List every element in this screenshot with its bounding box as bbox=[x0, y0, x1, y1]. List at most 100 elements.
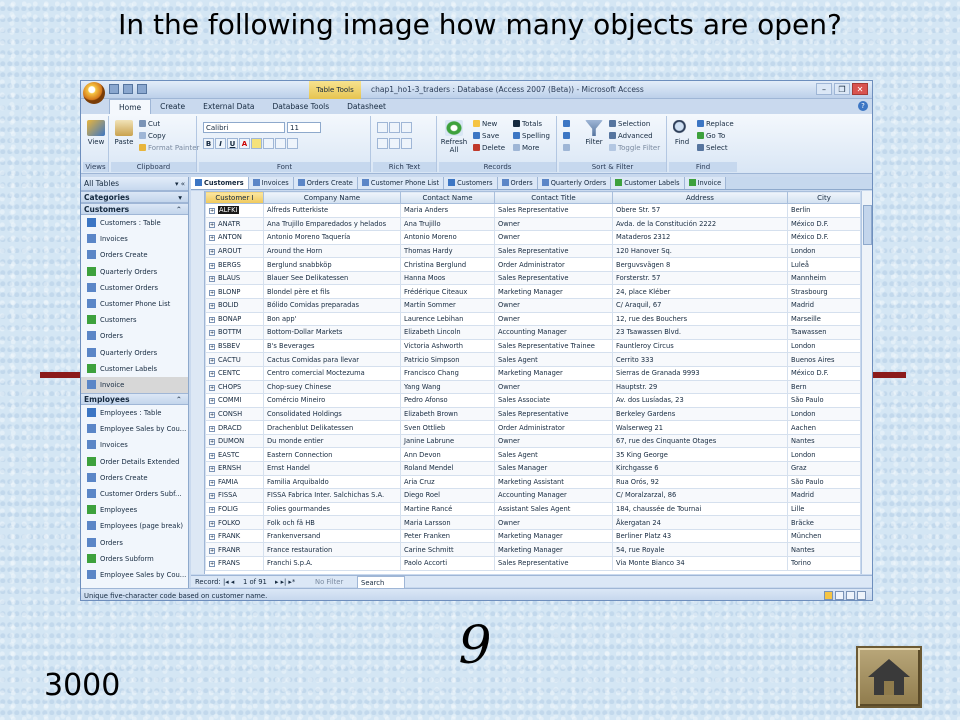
table-cell[interactable]: + ALFKI bbox=[205, 203, 264, 218]
column-header[interactable]: Contact Name bbox=[400, 191, 495, 204]
table-cell[interactable]: Graz bbox=[787, 460, 860, 476]
undo-icon[interactable] bbox=[123, 84, 133, 94]
expand-icon[interactable]: + bbox=[209, 357, 215, 364]
table-cell[interactable]: Du monde entier bbox=[263, 433, 401, 449]
align-left-icon[interactable] bbox=[275, 138, 286, 149]
table-cell[interactable]: + COMMI bbox=[205, 393, 264, 408]
redo-icon[interactable] bbox=[137, 84, 147, 94]
table-cell[interactable]: Martín Sommer bbox=[400, 298, 495, 313]
table-cell[interactable]: Marketing Manager bbox=[494, 542, 613, 558]
nav-item[interactable]: Employees (page break) bbox=[81, 518, 188, 534]
column-header[interactable]: Address bbox=[612, 191, 788, 204]
table-cell[interactable]: Bottom-Dollar Markets bbox=[263, 325, 401, 340]
nav-item[interactable]: Employees : Table bbox=[81, 405, 188, 421]
font-color-button[interactable]: A bbox=[239, 138, 250, 149]
gridlines-icon[interactable] bbox=[263, 138, 274, 149]
table-cell[interactable]: Tsawassen bbox=[787, 325, 860, 340]
table-cell[interactable]: 54, rue Royale bbox=[612, 542, 788, 558]
table-cell[interactable]: Paolo Accorti bbox=[400, 556, 495, 571]
document-tab[interactable]: Customer Labels bbox=[611, 177, 685, 189]
totals-button[interactable]: Totals bbox=[513, 120, 542, 128]
table-cell[interactable]: Sales Agent bbox=[494, 352, 613, 367]
table-cell[interactable]: London bbox=[787, 406, 860, 422]
nav-item[interactable]: Order Details Extended bbox=[81, 454, 188, 470]
table-cell[interactable]: Owner bbox=[494, 230, 613, 245]
table-row[interactable]: + DRACD Drachenblut Delikatessen Sven Ottli… bbox=[205, 420, 860, 435]
table-cell[interactable]: Yang Wang bbox=[400, 379, 495, 395]
expand-icon[interactable]: + bbox=[209, 561, 215, 568]
table-row[interactable]: + BLAUS Blauer See Delikatessen Hanna Moos S… bbox=[205, 270, 860, 286]
highlight-icon[interactable] bbox=[401, 138, 412, 149]
tab-home[interactable]: Home bbox=[109, 99, 152, 114]
table-row[interactable]: + ERNSH Ernst Handel Roland Mendel Sales Man… bbox=[205, 460, 860, 476]
find-button[interactable]: Find bbox=[669, 120, 695, 146]
table-cell[interactable]: Francisco Chang bbox=[400, 365, 495, 381]
expand-icon[interactable]: + bbox=[209, 303, 215, 310]
expand-icon[interactable]: + bbox=[209, 316, 215, 323]
expand-icon[interactable]: + bbox=[209, 221, 215, 228]
table-cell[interactable]: Peter Franken bbox=[400, 528, 495, 544]
align-center-icon[interactable] bbox=[287, 138, 298, 149]
table-cell[interactable]: 24, place Kléber bbox=[612, 284, 788, 300]
table-cell[interactable]: Sales Representative Trainee bbox=[494, 338, 613, 354]
table-row[interactable]: + EASTC Eastern Connection Ann Devon Sales A… bbox=[205, 447, 860, 462]
table-cell[interactable]: Owner bbox=[494, 433, 613, 449]
table-cell[interactable]: Ernst Handel bbox=[263, 460, 401, 476]
table-cell[interactable]: Ann Devon bbox=[400, 447, 495, 462]
table-cell[interactable]: Blondel père et fils bbox=[263, 284, 401, 300]
table-cell[interactable]: México D.F. bbox=[787, 230, 860, 245]
save-record-button[interactable]: Save bbox=[473, 132, 499, 140]
table-cell[interactable]: Familia Arquibaldo bbox=[263, 474, 401, 490]
nav-item[interactable]: Employee Sales by Cou... bbox=[81, 421, 188, 437]
table-cell[interactable]: Berguvsvägen 8 bbox=[612, 257, 788, 272]
table-cell[interactable]: France restauration bbox=[263, 542, 401, 558]
selection-button[interactable]: Selection bbox=[609, 120, 650, 128]
table-cell[interactable]: + BONAP bbox=[205, 311, 264, 327]
font-size-combo[interactable]: 11 bbox=[287, 122, 321, 133]
table-cell[interactable]: Folk och fä HB bbox=[263, 515, 401, 530]
table-cell[interactable]: Chop-suey Chinese bbox=[263, 379, 401, 395]
table-cell[interactable]: B's Beverages bbox=[263, 338, 401, 354]
table-cell[interactable]: Ana Trujillo bbox=[400, 216, 495, 232]
column-header[interactable]: Company Name bbox=[263, 191, 401, 204]
table-cell[interactable]: Consolidated Holdings bbox=[263, 406, 401, 422]
table-row[interactable]: + FRANK Frankenversand Peter Franken Marketi… bbox=[205, 528, 860, 544]
table-cell[interactable]: Owner bbox=[494, 216, 613, 232]
filter-button[interactable]: Filter bbox=[581, 120, 607, 146]
table-cell[interactable]: + FRANR bbox=[205, 542, 264, 558]
table-cell[interactable]: + DRACD bbox=[205, 420, 264, 435]
table-cell[interactable]: Christina Berglund bbox=[400, 257, 495, 272]
table-cell[interactable]: + BLONP bbox=[205, 284, 264, 300]
table-cell[interactable]: Antonio Moreno bbox=[400, 230, 495, 245]
table-cell[interactable]: Bern bbox=[787, 379, 860, 395]
more-button[interactable]: More bbox=[513, 144, 539, 152]
direction-icon[interactable] bbox=[401, 122, 412, 133]
nav-item[interactable]: Customer Labels bbox=[81, 361, 188, 377]
table-cell[interactable]: Owner bbox=[494, 379, 613, 395]
table-cell[interactable]: Berlin bbox=[787, 203, 860, 218]
table-cell[interactable]: Cerrito 333 bbox=[612, 352, 788, 367]
table-cell[interactable]: Strasbourg bbox=[787, 284, 860, 300]
table-row[interactable]: + BSBEV B's Beverages Victoria Ashworth Sale… bbox=[205, 338, 860, 354]
table-cell[interactable]: Drachenblut Delikatessen bbox=[263, 420, 401, 435]
table-cell[interactable]: Eastern Connection bbox=[263, 447, 401, 462]
table-cell[interactable]: Antonio Moreno Taquería bbox=[263, 230, 401, 245]
table-cell[interactable]: Sales Manager bbox=[494, 460, 613, 476]
nav-item[interactable]: Invoices bbox=[81, 231, 188, 247]
table-cell[interactable]: Sven Ottlieb bbox=[400, 420, 495, 435]
increase-indent-icon[interactable] bbox=[389, 122, 400, 133]
table-cell[interactable]: Sales Representative bbox=[494, 203, 613, 218]
table-cell[interactable]: Berkeley Gardens bbox=[612, 406, 788, 422]
table-cell[interactable]: + FISSA bbox=[205, 488, 264, 503]
table-cell[interactable]: Hanna Moos bbox=[400, 270, 495, 286]
nav-item[interactable]: Invoice bbox=[81, 376, 188, 394]
sort-ascending-button[interactable] bbox=[563, 120, 572, 128]
column-header[interactable]: Customer I bbox=[205, 191, 264, 204]
table-cell[interactable]: Forsterstr. 57 bbox=[612, 270, 788, 286]
table-row[interactable]: + FAMIA Familia Arquibaldo Aria Cruz Marketi… bbox=[205, 474, 860, 490]
expand-icon[interactable]: + bbox=[209, 371, 215, 378]
table-cell[interactable]: Order Administrator bbox=[494, 420, 613, 435]
table-cell[interactable]: + FRANK bbox=[205, 528, 264, 544]
table-cell[interactable]: + EASTC bbox=[205, 447, 264, 462]
maximize-button[interactable]: ❐ bbox=[834, 83, 850, 95]
